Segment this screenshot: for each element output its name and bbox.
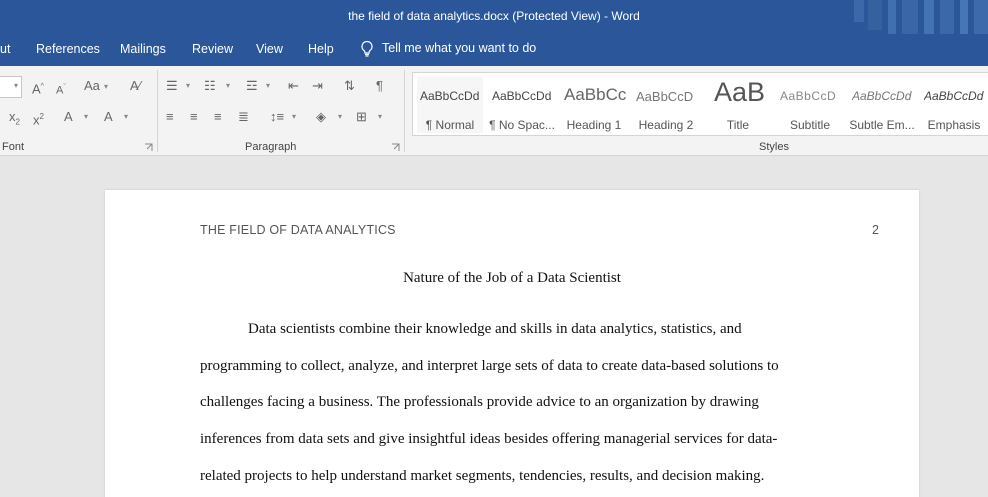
chevron-down-icon: ▾ [13,81,18,90]
styles-gallery: AaBbCcDd ¶ Normal AaBbCcDd ¶ No Spac... … [412,72,988,136]
style-name: ¶ Normal [425,118,475,132]
group-divider [157,70,158,152]
chevron-down-icon: ▾ [104,82,109,91]
dialog-launcher-icon[interactable] [144,143,153,152]
chevron-down-icon: ▾ [84,112,89,121]
ribbon-tabs: ut References Mailings Review View Help … [0,34,988,66]
change-case-icon[interactable]: Aa [84,78,100,94]
style-sample: AaB [713,77,766,107]
pilcrow-icon[interactable]: ¶ [376,78,383,94]
tab-review[interactable]: Review [192,42,233,56]
chevron-down-icon: ▾ [266,81,271,90]
decrease-indent-icon[interactable]: ⇤ [288,78,299,94]
font-size-box[interactable]: ▾ [0,76,22,98]
increase-indent-icon[interactable]: ⇥ [312,78,323,94]
style-normal[interactable]: AaBbCcDd ¶ Normal [417,77,483,133]
sort-icon[interactable]: ⇅ [344,78,355,94]
shading-icon[interactable]: ◈ [316,109,326,125]
chevron-down-icon: ▾ [186,81,191,90]
style-name: Emphasis [927,118,981,132]
align-right-icon[interactable]: ≡ [214,109,222,125]
ribbon: ▾ A^ Aˇ Aa ▾ A⁄ x2 x2 A ▾ A ▾ Font ☰ ▾ ☷… [0,66,988,156]
style-name: Subtle Em... [849,118,915,132]
multilevel-list-icon[interactable]: ☲ [246,78,258,94]
clear-formatting-icon[interactable]: A⁄ [130,78,141,94]
superscript-icon[interactable]: x2 [33,109,44,128]
paragraph-line: inferences from data sets and give insig… [200,431,778,447]
tell-me-search[interactable]: Tell me what you want to do [360,40,536,57]
paragraph-group-label: Paragraph [245,141,297,153]
tab-view[interactable]: View [256,42,283,56]
text-effects-icon[interactable]: A [64,109,73,125]
chevron-down-icon: ▾ [338,112,343,121]
font-color-icon[interactable]: A [104,109,113,125]
numbering-icon[interactable]: ☷ [204,78,216,94]
title-bar: the field of data analytics.docx (Protec… [0,0,988,34]
style-sample: AaBbCcD [780,89,837,103]
document-page[interactable]: THE FIELD OF DATA ANALYTICS 2 Nature of … [105,190,919,497]
page-number: 2 [872,223,879,237]
bullets-icon[interactable]: ☰ [166,78,178,94]
style-no-spacing[interactable]: AaBbCcDd ¶ No Spac... [489,77,555,133]
tab-help[interactable]: Help [308,42,334,56]
running-header: THE FIELD OF DATA ANALYTICS [200,223,396,237]
style-name: ¶ No Spac... [489,118,555,132]
style-sample: AaBbCcDd [492,89,552,103]
align-center-icon[interactable]: ≡ [190,109,198,125]
align-left-icon[interactable]: ≡ [166,109,174,125]
tab-mailings[interactable]: Mailings [120,42,166,56]
shrink-font-icon[interactable]: Aˇ [56,80,66,99]
subscript-icon[interactable]: x2 [9,109,20,131]
paragraph-line: Data scientists combine their knowledge … [248,321,742,337]
lightbulb-icon [361,40,373,57]
style-emphasis[interactable]: AaBbCcDd Emphasis [921,77,987,133]
styles-group-label: Styles [759,141,789,153]
style-name: Heading 2 [638,118,694,132]
style-title[interactable]: AaB Title [705,77,771,133]
style-subtitle[interactable]: AaBbCcD Subtitle [777,77,843,133]
paragraph-line: challenges facing a business. The profes… [200,394,759,410]
style-subtle-emphasis[interactable]: AaBbCcDd Subtle Em... [849,77,915,133]
word-window: the field of data analytics.docx (Protec… [0,0,988,497]
chevron-down-icon: ▾ [226,81,231,90]
dialog-launcher-icon[interactable] [391,143,400,152]
style-sample: AaBbCcDd [924,89,984,103]
paragraph-line: related projects to help understand mark… [200,468,765,484]
style-heading-2[interactable]: AaBbCcD Heading 2 [633,77,699,133]
chevron-down-icon: ▾ [292,112,297,121]
style-heading-1[interactable]: AaBbCc Heading 1 [561,77,627,133]
style-name: Title [726,118,750,132]
style-sample: AaBbCcDd [852,89,912,103]
style-name: Subtitle [789,118,831,132]
tell-me-label: Tell me what you want to do [382,40,537,55]
paragraph-line: programming to collect, analyze, and int… [200,358,779,374]
style-sample: AaBbCcDd [420,89,480,103]
tab-references[interactable]: References [36,42,100,56]
tab-layout[interactable]: ut [0,42,10,56]
style-name: Heading 1 [566,118,622,132]
window-title: the field of data analytics.docx (Protec… [348,9,640,23]
chevron-down-icon: ▾ [378,112,383,121]
line-spacing-icon[interactable]: ↕≡ [270,109,284,125]
borders-icon[interactable]: ⊞ [356,109,367,125]
chevron-down-icon: ▾ [124,112,129,121]
justify-icon[interactable]: ≣ [238,109,249,125]
font-group-label: Font [2,141,25,153]
section-heading: Nature of the Job of a Data Scientist [403,270,621,286]
group-divider [404,70,405,152]
grow-font-icon[interactable]: A^ [32,79,44,97]
style-sample: AaBbCcD [636,89,694,104]
style-sample: AaBbCc [564,85,627,104]
